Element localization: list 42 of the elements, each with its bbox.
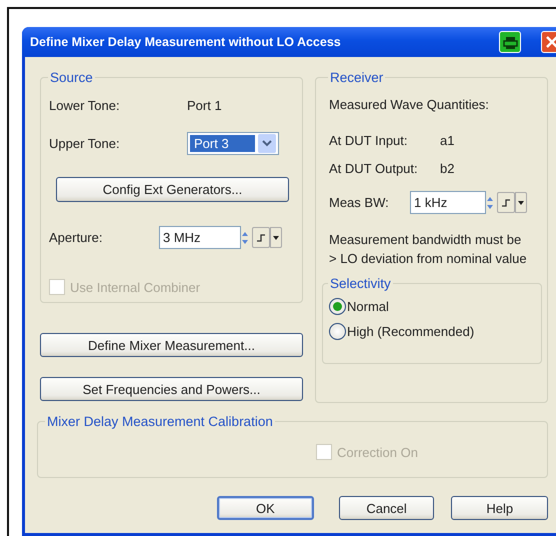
radio-button[interactable] xyxy=(329,323,346,340)
group-title: Selectivity xyxy=(329,276,392,291)
step-button[interactable] xyxy=(497,192,515,213)
window-title: Define Mixer Delay Measurement without LO Access xyxy=(30,35,342,49)
caret-icon xyxy=(517,198,525,206)
field-label: Lower Tone: xyxy=(49,98,121,112)
meas-bw-field[interactable]: 1 kHz xyxy=(410,191,486,214)
action-button[interactable]: Set Frequencies and Powers... xyxy=(40,377,303,401)
radio-button[interactable] xyxy=(329,298,346,315)
group-title: Source xyxy=(49,70,94,85)
upper-tone-dropdown[interactable]: Port 3 xyxy=(187,132,279,154)
title-bar-button[interactable] xyxy=(499,31,521,53)
aperture-field[interactable]: 3 MHz xyxy=(159,226,241,249)
dropdown-button[interactable] xyxy=(270,227,282,248)
section-heading: Measured Wave Quantities: xyxy=(329,97,490,112)
field-value: Port 1 xyxy=(187,98,222,112)
note-text: Measurement bandwidth must be > LO deviation from nominal value xyxy=(329,231,528,268)
field-label: Upper Tone: xyxy=(49,136,121,150)
step-icon xyxy=(255,232,267,244)
caret-icon xyxy=(272,234,280,242)
field-label: At DUT Output: xyxy=(329,160,419,176)
dialog-button[interactable]: OK xyxy=(217,496,314,520)
checkbox-label: Correction On xyxy=(337,444,418,460)
field-label: At DUT Input: xyxy=(329,132,409,148)
close-icon xyxy=(544,34,556,50)
field-label: Aperture: xyxy=(49,230,104,245)
action-button[interactable]: Define Mixer Measurement... xyxy=(40,333,303,357)
config-button[interactable]: Config Ext Generators... xyxy=(56,177,289,202)
group-title: Receiver xyxy=(329,70,384,85)
field-label: Meas BW: xyxy=(329,195,390,210)
step-icon xyxy=(500,196,512,208)
field-value: b2 xyxy=(440,160,454,176)
step-button[interactable] xyxy=(252,227,270,248)
dropdown-button[interactable] xyxy=(515,192,527,213)
field-value: a1 xyxy=(440,132,454,148)
chevron-icon xyxy=(262,140,272,146)
dialog-button[interactable]: Help xyxy=(451,496,548,520)
checkbox-label: Use Internal Combiner xyxy=(70,280,200,294)
radio-label: Normal xyxy=(347,299,389,314)
group-title: Mixer Delay Measurement Calibration xyxy=(46,414,274,429)
dialog-button[interactable]: Cancel xyxy=(338,496,434,520)
radio-label: High (Recommended) xyxy=(347,324,474,339)
